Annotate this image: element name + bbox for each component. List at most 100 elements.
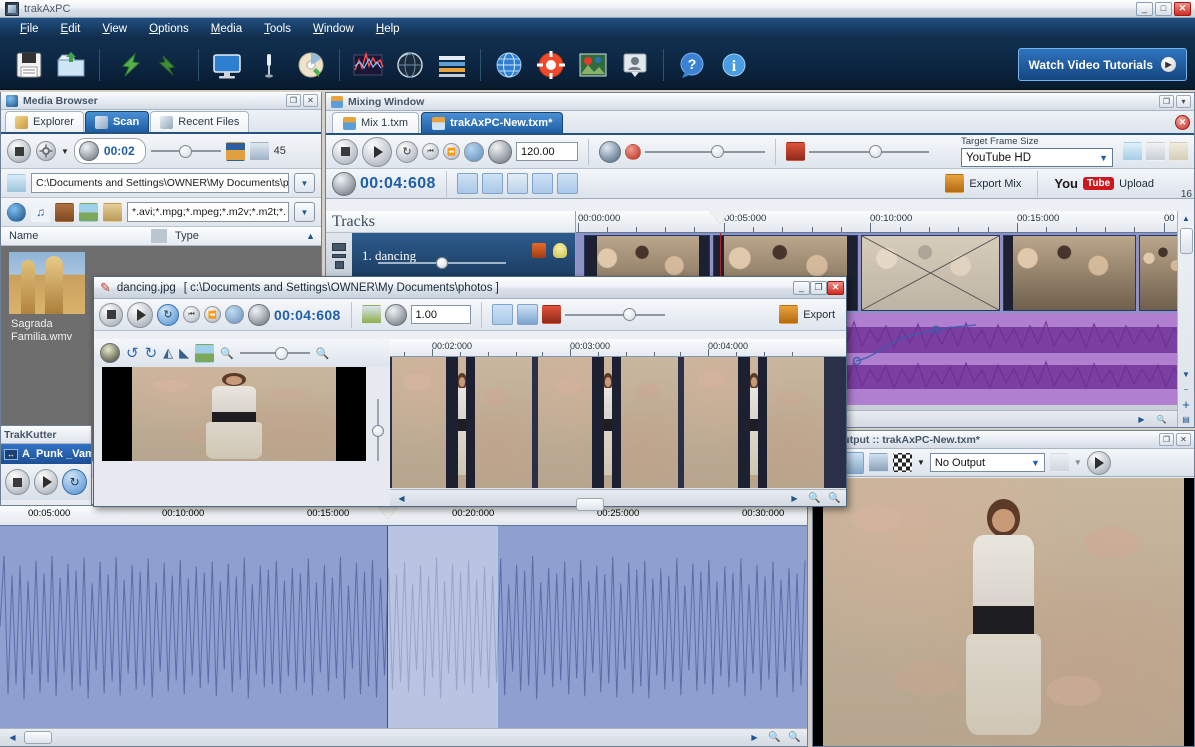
mixing-window-maximize-button[interactable]: ▾	[1176, 95, 1191, 108]
scroll-right-icon[interactable]: ▶	[1133, 412, 1150, 427]
grid-view-icon[interactable]	[491, 304, 513, 325]
tempo-input[interactable]: 120.00	[516, 142, 578, 161]
fader-icon[interactable]	[786, 142, 805, 161]
rewind-icon[interactable]: ⏪	[204, 306, 221, 323]
help-question-icon[interactable]: ?	[675, 48, 709, 82]
internet-icon[interactable]	[492, 48, 526, 82]
column-type[interactable]: Type	[167, 230, 298, 242]
menu-options[interactable]: Options	[139, 21, 199, 37]
waveform-selection[interactable]	[388, 526, 498, 728]
target-frame-size-select[interactable]: YouTube HD ▼	[961, 148, 1113, 167]
dialog-image-preview[interactable]	[102, 367, 366, 461]
video-clip-4[interactable]	[1003, 235, 1136, 311]
filter-dropdown-icon[interactable]: ▼	[294, 202, 315, 222]
menu-help[interactable]: Help	[366, 21, 410, 37]
crop-icon[interactable]	[195, 343, 215, 363]
loop-icon[interactable]: ↻	[396, 140, 418, 163]
timeline-ruler[interactable]: 00:00:000 00:05:000 00:10:000 00:15:000 …	[576, 211, 1194, 233]
single-view-icon[interactable]	[516, 304, 538, 325]
zoom-out-icon[interactable]: 🔍	[1153, 412, 1170, 427]
stop-icon[interactable]	[7, 139, 31, 163]
track-fader[interactable]	[378, 257, 506, 269]
scroll-left-icon[interactable]: ◀	[4, 730, 21, 745]
filter-input[interactable]: *.avi;*.mpg;*.mpeg;*.m2v;*.m2t;*.	[127, 202, 289, 222]
mute-track-icon[interactable]	[332, 253, 346, 258]
preview-image-icon[interactable]	[225, 141, 245, 161]
folder-up-icon[interactable]	[7, 173, 26, 193]
maximize-button[interactable]: □	[1155, 1, 1172, 16]
select-arrow-icon[interactable]	[531, 173, 553, 194]
lifering-help-icon[interactable]	[534, 48, 568, 82]
list-icon[interactable]: ▤	[1179, 412, 1194, 427]
export-mix-button[interactable]: Export Mix	[939, 173, 1027, 195]
loop-icon[interactable]: ↻	[157, 303, 179, 326]
layers-icon[interactable]	[556, 173, 578, 194]
waveform-hscrollbar[interactable]: ◀ ▶ 🔍 🔍	[0, 728, 807, 746]
chevron-down-icon[interactable]: ▼	[917, 458, 925, 467]
tempo-knob-icon[interactable]	[488, 139, 512, 164]
user-profile-icon[interactable]	[618, 48, 652, 82]
stop-icon[interactable]	[99, 302, 123, 327]
stop-icon[interactable]	[5, 469, 30, 495]
cd-burn-icon[interactable]	[294, 48, 328, 82]
waveform-playhead[interactable]	[377, 506, 399, 519]
zoom-out-icon[interactable]: 🔍	[220, 347, 234, 360]
level-meter-icon[interactable]	[1049, 453, 1069, 472]
zoom-out-icon[interactable]: 🔍	[806, 491, 823, 506]
solo-track-icon[interactable]	[334, 260, 344, 269]
rotate-left-icon[interactable]: ↺	[126, 344, 139, 362]
lightbulb-icon[interactable]	[553, 243, 567, 258]
preview-vscroll[interactable]	[372, 399, 384, 461]
filmstrip-icon[interactable]	[541, 305, 561, 324]
brightness-icon[interactable]	[100, 343, 120, 363]
filmstrip-frame-2[interactable]	[538, 357, 678, 488]
timeline-vscrollbar[interactable]: ▲ ▼ − + ▤	[1177, 211, 1194, 427]
tab-mix-1[interactable]: Mix 1.txm	[332, 112, 420, 133]
zoom-in-icon[interactable]: 🔍	[826, 491, 843, 506]
tab-recent-files[interactable]: Recent Files	[150, 111, 250, 132]
tab-explorer[interactable]: Explorer	[5, 111, 84, 132]
output-select[interactable]: No Output ▼	[929, 453, 1045, 472]
scroll-right-icon[interactable]: ▶	[786, 491, 803, 506]
output-close-button[interactable]: ✕	[1176, 433, 1191, 446]
microphone-icon[interactable]	[252, 48, 286, 82]
media-browser-close-button[interactable]: ✕	[303, 94, 318, 107]
filmstrip-frame-3[interactable]	[684, 357, 824, 488]
mixing-window-restore-button[interactable]: ❐	[1159, 95, 1174, 108]
image-icon[interactable]	[79, 202, 98, 222]
rotate-right-icon[interactable]: ↻	[145, 344, 158, 362]
video-icon[interactable]	[55, 202, 74, 222]
dialog-hscrollbar[interactable]: ◀ ▶ 🔍 🔍	[390, 489, 846, 511]
gear-icon[interactable]	[36, 141, 56, 161]
play-icon[interactable]	[1086, 450, 1111, 475]
crossfader-slider[interactable]	[809, 144, 929, 160]
waveform-ruler[interactable]: 00:05:000 00:10:000 00:15:000 00:20:000 …	[0, 506, 807, 526]
scroll-right-icon[interactable]: ▶	[746, 730, 763, 745]
scroll-left-icon[interactable]: ◀	[393, 491, 410, 506]
play-icon[interactable]	[33, 469, 59, 495]
zoom-in-icon[interactable]: 🔍	[316, 347, 330, 360]
photo-tools-icon[interactable]	[576, 48, 610, 82]
watch-video-tutorials-button[interactable]: Watch Video Tutorials ▶	[1017, 48, 1187, 81]
waveform-scroll-thumb[interactable]	[24, 731, 52, 744]
dialog-export-button[interactable]: Export	[773, 304, 841, 326]
checkered-flag-icon[interactable]	[893, 453, 912, 472]
dialog-close-button[interactable]: ✕	[827, 280, 844, 295]
save-frame-icon[interactable]	[869, 453, 888, 472]
zoom-out-icon[interactable]: 🔍	[766, 730, 783, 745]
keyframe-icon[interactable]	[481, 173, 503, 194]
dialog-ruler[interactable]: 00:02:000 00:03:000 00:04:000	[390, 339, 846, 357]
flip-horizontal-icon[interactable]: ◣	[179, 345, 189, 361]
volume-icon[interactable]	[599, 140, 621, 163]
export-arrow-icon[interactable]	[153, 48, 187, 82]
menu-edit[interactable]: Edit	[51, 21, 91, 37]
globe-sphere-icon[interactable]	[393, 48, 427, 82]
list-item[interactable]: Sagrada Familia.wmv	[9, 252, 85, 344]
loop-icon[interactable]: ↻	[62, 469, 88, 495]
mute-icon[interactable]	[625, 143, 641, 160]
zoom-in-icon[interactable]: 🔍	[786, 730, 803, 745]
dialog-maximize-button[interactable]: ❐	[810, 280, 827, 295]
copy-icon[interactable]	[1146, 142, 1165, 161]
path-dropdown-icon[interactable]: ▼	[294, 173, 315, 193]
minimize-button[interactable]: _	[1136, 1, 1153, 16]
